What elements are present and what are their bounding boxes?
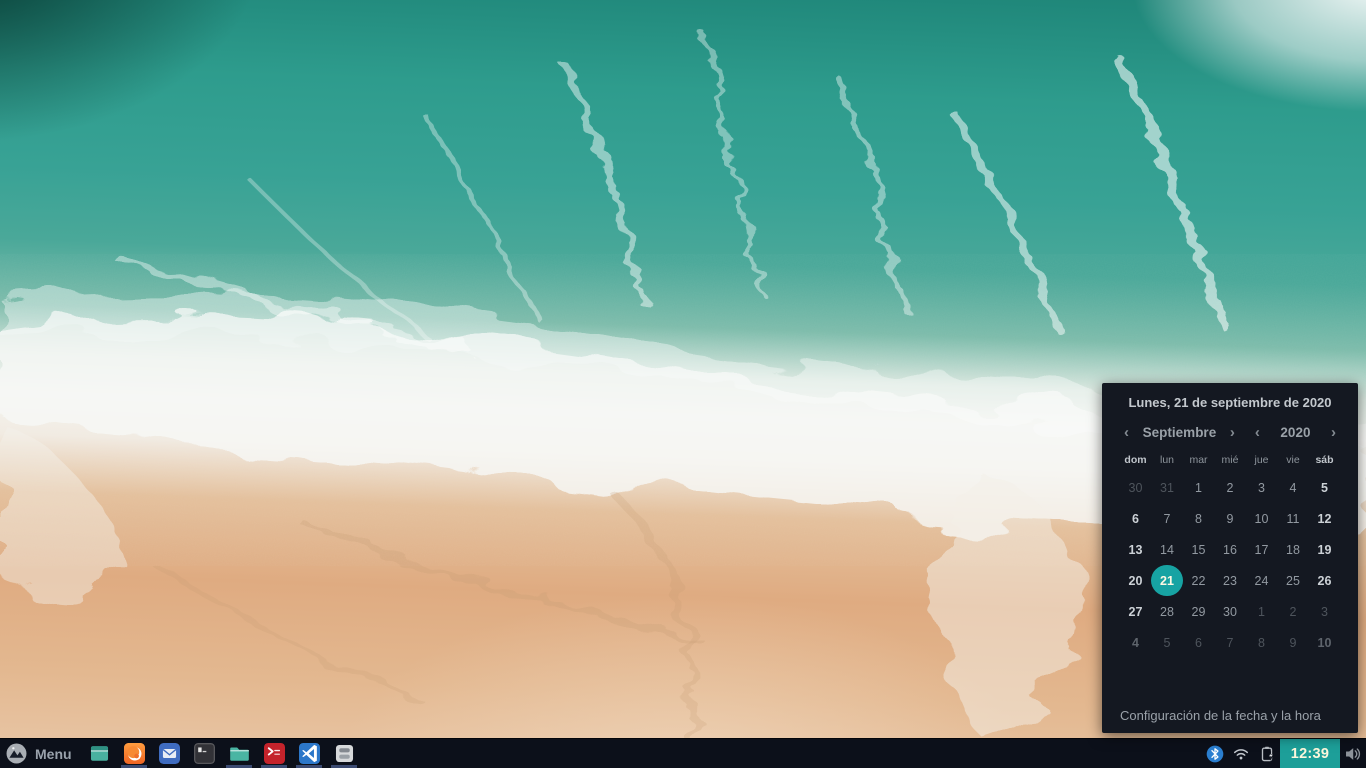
launcher-terminal-red[interactable] <box>257 739 292 768</box>
calendar-day[interactable]: 2 <box>1214 472 1246 503</box>
bluetooth-icon <box>1206 745 1224 763</box>
launcher-stacked-bars-app[interactable] <box>327 739 362 768</box>
calendar-day[interactable]: 30 <box>1214 596 1246 627</box>
calendar-grid: 3031123456789101112131415161718192021222… <box>1102 472 1358 658</box>
month-nav: ‹ Septiembre › <box>1122 425 1237 440</box>
distro-logo-icon <box>6 743 27 764</box>
weekday-label: mar <box>1183 454 1215 466</box>
launcher-thunderbird[interactable] <box>152 739 187 768</box>
calendar-day[interactable]: 15 <box>1183 534 1215 565</box>
calendar-day[interactable]: 6 <box>1120 503 1152 534</box>
terminal-icon <box>194 743 215 764</box>
calendar-day[interactable]: 7 <box>1151 503 1183 534</box>
volume-button[interactable] <box>1340 739 1366 768</box>
vscode-icon <box>299 743 320 764</box>
weekday-label: jue <box>1246 454 1278 466</box>
calendar-date-title: Lunes, 21 de septiembre de 2020 <box>1102 383 1358 410</box>
calendar-day[interactable]: 9 <box>1214 503 1246 534</box>
calendar-day[interactable]: 26 <box>1309 565 1341 596</box>
calendar-day[interactable]: 28 <box>1151 596 1183 627</box>
calendar-day[interactable]: 31 <box>1151 472 1183 503</box>
menu-button[interactable]: Menu <box>0 739 82 768</box>
clock-button[interactable]: 12:39 <box>1280 739 1340 768</box>
calendar-day[interactable]: 12 <box>1309 503 1341 534</box>
datetime-settings-link[interactable]: Configuración de la fecha y la hora <box>1120 708 1321 723</box>
mail-icon <box>159 743 180 764</box>
weekday-label: sáb <box>1309 454 1341 466</box>
calendar-day[interactable]: 22 <box>1183 565 1215 596</box>
bluetooth-button[interactable] <box>1202 739 1228 768</box>
calendar-day[interactable]: 30 <box>1120 472 1152 503</box>
calendar-day[interactable]: 7 <box>1214 627 1246 658</box>
network-button[interactable] <box>1228 739 1254 768</box>
calendar-day[interactable]: 25 <box>1277 565 1309 596</box>
calendar-day[interactable]: 16 <box>1214 534 1246 565</box>
battery-charging-icon <box>1258 745 1276 763</box>
weekday-label: vie <box>1277 454 1309 466</box>
volume-icon <box>1344 745 1362 763</box>
calendar-day[interactable]: 18 <box>1277 534 1309 565</box>
weekday-label: lun <box>1151 454 1183 466</box>
month-next-icon[interactable]: › <box>1228 425 1237 440</box>
taskbar: Menu <box>0 738 1366 768</box>
calendar-day[interactable]: 19 <box>1309 534 1341 565</box>
launcher-files[interactable] <box>222 739 257 768</box>
system-tray: 12:39 <box>1202 739 1366 768</box>
launcher-strip <box>82 739 362 768</box>
calendar-day[interactable]: 9 <box>1277 627 1309 658</box>
year-nav: ‹ 2020 › <box>1253 425 1338 440</box>
calendar-day[interactable]: 5 <box>1151 627 1183 658</box>
calendar-day[interactable]: 4 <box>1120 627 1152 658</box>
calendar-day[interactable]: 4 <box>1277 472 1309 503</box>
calendar-day[interactable]: 1 <box>1246 596 1278 627</box>
calendar-day[interactable]: 3 <box>1246 472 1278 503</box>
calendar-day[interactable]: 23 <box>1214 565 1246 596</box>
calendar-day[interactable]: 6 <box>1183 627 1215 658</box>
calendar-day[interactable]: 20 <box>1120 565 1152 596</box>
calendar-day[interactable]: 10 <box>1309 627 1341 658</box>
calendar-day-selected[interactable]: 21 <box>1151 565 1183 596</box>
calendar-day[interactable]: 29 <box>1183 596 1215 627</box>
folder-icon <box>229 743 250 764</box>
year-label[interactable]: 2020 <box>1280 425 1310 440</box>
stacked-bars-app-icon <box>334 743 355 764</box>
red-terminal-icon <box>264 743 285 764</box>
menu-label: Menu <box>35 746 72 762</box>
year-prev-icon[interactable]: ‹ <box>1253 425 1262 440</box>
month-label[interactable]: Septiembre <box>1143 425 1217 440</box>
wifi-icon <box>1232 745 1250 763</box>
calendar-day[interactable]: 10 <box>1246 503 1278 534</box>
calendar-day[interactable]: 27 <box>1120 596 1152 627</box>
calendar-popup: Lunes, 21 de septiembre de 2020 ‹ Septie… <box>1102 383 1358 733</box>
calendar-day[interactable]: 1 <box>1183 472 1215 503</box>
month-prev-icon[interactable]: ‹ <box>1122 425 1131 440</box>
calendar-day[interactable]: 3 <box>1309 596 1341 627</box>
calendar-day[interactable]: 5 <box>1309 472 1341 503</box>
calendar-day[interactable]: 14 <box>1151 534 1183 565</box>
launcher-show-desktop[interactable] <box>82 739 117 768</box>
calendar-day[interactable]: 8 <box>1183 503 1215 534</box>
calendar-day[interactable]: 17 <box>1246 534 1278 565</box>
launcher-terminal[interactable] <box>187 739 222 768</box>
launcher-vscode[interactable] <box>292 739 327 768</box>
calendar-day[interactable]: 11 <box>1277 503 1309 534</box>
calendar-weekdays: domlunmarmiéjueviesáb <box>1102 454 1358 466</box>
year-next-icon[interactable]: › <box>1329 425 1338 440</box>
calendar-day[interactable]: 8 <box>1246 627 1278 658</box>
calendar-day[interactable]: 2 <box>1277 596 1309 627</box>
power-button[interactable] <box>1254 739 1280 768</box>
launcher-firefox[interactable] <box>117 739 152 768</box>
firefox-icon <box>124 743 145 764</box>
weekday-label: dom <box>1120 454 1152 466</box>
show-desktop-icon <box>89 743 110 764</box>
calendar-navigation: ‹ Septiembre › ‹ 2020 › <box>1122 425 1338 440</box>
desktop: Lunes, 21 de septiembre de 2020 ‹ Septie… <box>0 0 1366 768</box>
calendar-day[interactable]: 13 <box>1120 534 1152 565</box>
weekday-label: mié <box>1214 454 1246 466</box>
calendar-day[interactable]: 24 <box>1246 565 1278 596</box>
